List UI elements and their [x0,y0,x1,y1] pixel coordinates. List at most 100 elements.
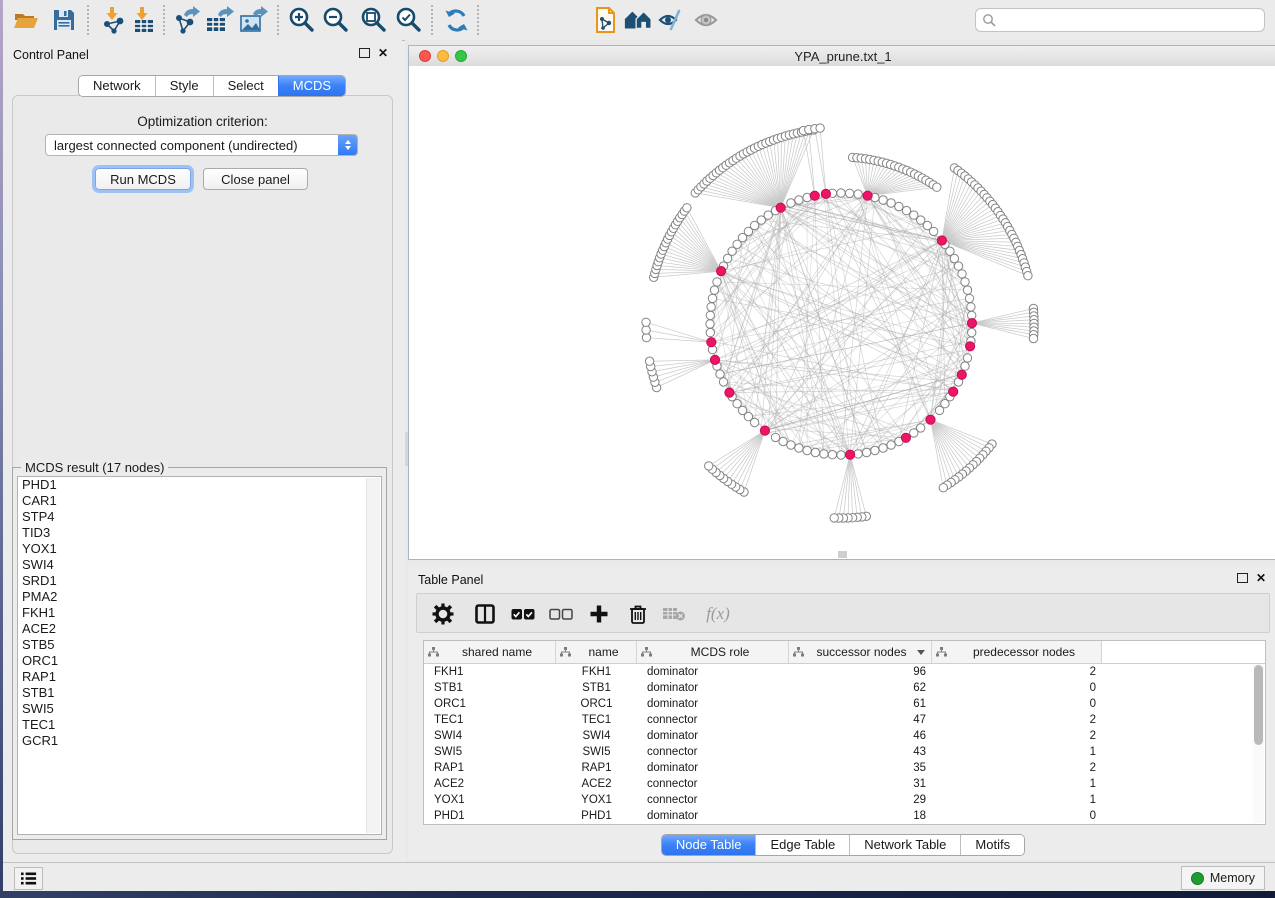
gear-button[interactable] [429,601,457,627]
tab-motifs[interactable]: Motifs [960,835,1024,855]
columns-button[interactable] [471,601,499,627]
mcds-result-item[interactable]: RAP1 [18,669,381,685]
mcds-hub-node[interactable] [717,267,726,276]
network-node[interactable] [713,278,721,286]
network-node[interactable] [830,514,838,522]
table-row[interactable]: YOX1YOX1connector291 [424,792,1265,808]
network-node[interactable] [706,311,714,319]
table-row[interactable]: ACE2ACE2connector311 [424,776,1265,792]
table-row[interactable]: TEC1TEC1connector472 [424,712,1265,728]
network-node[interactable] [879,196,887,204]
network-node[interactable] [708,294,716,302]
mcds-hub-node[interactable] [776,203,785,212]
network-node[interactable] [706,328,714,336]
network-node[interactable] [963,354,971,362]
table-row[interactable]: SWI4SWI4dominator462 [424,728,1265,744]
mcds-hub-node[interactable] [967,319,976,328]
mcds-result-item[interactable]: STP4 [18,509,381,525]
network-node[interactable] [961,362,969,370]
table-row[interactable]: ORC1ORC1dominator610 [424,696,1265,712]
tab-style[interactable]: Style [155,76,213,96]
mcds-hub-node[interactable] [821,189,830,198]
float-window-icon[interactable] [359,48,370,58]
network-node[interactable] [895,202,903,210]
network-node[interactable] [716,370,724,378]
sort-chevron-icon[interactable] [917,650,925,655]
network-node[interactable] [787,441,795,449]
mcds-result-item[interactable]: STB1 [18,685,381,701]
network-node[interactable] [820,450,828,458]
zoom-in-button[interactable] [287,6,317,34]
network-node[interactable] [828,451,836,459]
mcds-hub-node[interactable] [725,388,734,397]
network-node[interactable] [642,318,650,326]
table-scrollbar-thumb[interactable] [1254,665,1263,745]
network-node[interactable] [910,429,918,437]
network-node[interactable] [939,484,947,492]
network-node[interactable] [887,441,895,449]
network-node[interactable] [779,437,787,445]
network-node[interactable] [965,294,973,302]
mcds-result-item[interactable]: FKH1 [18,605,381,621]
hide-eye-button[interactable] [657,6,687,34]
zoom-out-button[interactable] [321,6,351,34]
column-header-name[interactable]: name [556,641,637,663]
network-document-button[interactable] [591,6,621,34]
network-node[interactable] [954,262,962,270]
mcds-hub-node[interactable] [707,338,716,347]
tab-network-table[interactable]: Network Table [849,835,960,855]
network-node[interactable] [719,378,727,386]
network-node[interactable] [642,326,650,334]
network-node[interactable] [963,286,971,294]
deselect-all-button[interactable] [547,601,575,627]
network-node[interactable] [1024,272,1032,280]
import-network-button[interactable] [99,6,129,34]
export-table-button[interactable] [205,6,235,34]
mcds-result-item[interactable]: TEC1 [18,717,381,733]
network-node[interactable] [935,406,943,414]
mcds-hub-node[interactable] [710,355,719,364]
tab-network[interactable]: Network [79,76,155,96]
column-header-MCDS-role[interactable]: MCDS role [637,641,789,663]
network-node[interactable] [837,189,845,197]
network-node[interactable] [862,448,870,456]
network-canvas[interactable] [409,66,1275,559]
column-header-successor-nodes[interactable]: successor nodes [789,641,932,663]
import-table-button[interactable] [129,6,159,34]
tab-node-table[interactable]: Node Table [662,835,756,855]
network-node[interactable] [683,204,691,212]
network-node[interactable] [961,278,969,286]
network-graph[interactable] [409,66,1275,559]
mcds-hub-node[interactable] [957,370,966,379]
network-node[interactable] [879,444,887,452]
network-node[interactable] [803,446,811,454]
search-input[interactable] [1000,12,1264,29]
function-builder-button[interactable]: f(x) [700,601,736,627]
mcds-hub-node[interactable] [937,236,946,245]
mcds-result-item[interactable]: ACE2 [18,621,381,637]
network-node[interactable] [933,183,941,191]
close-panel-button[interactable]: Close panel [203,168,308,190]
network-node[interactable] [929,227,937,235]
network-node[interactable] [705,462,713,470]
close-panel-icon[interactable]: ✕ [1256,573,1266,583]
mcds-hub-node[interactable] [846,450,855,459]
network-node[interactable] [854,190,862,198]
mcds-result-item[interactable]: CAR1 [18,493,381,509]
mcds-list-scrollbar-track[interactable] [366,478,380,833]
network-node[interactable] [958,270,966,278]
mcds-hub-node[interactable] [901,433,910,442]
mcds-hub-node[interactable] [926,415,935,424]
mcds-result-item[interactable]: SWI5 [18,701,381,717]
table-row[interactable]: FKH1FKH1dominator962 [424,664,1265,680]
houses-button[interactable] [623,6,653,34]
network-node[interactable] [967,303,975,311]
mcds-result-item[interactable]: SWI4 [18,557,381,573]
tab-mcds[interactable]: MCDS [278,76,345,96]
delete-button[interactable] [624,601,652,627]
memory-button[interactable]: Memory [1181,866,1265,890]
mcds-result-item[interactable]: PHD1 [18,477,381,493]
network-node[interactable] [771,433,779,441]
mcds-result-item[interactable]: ORC1 [18,653,381,669]
table-row[interactable]: STB1STB1dominator620 [424,680,1265,696]
